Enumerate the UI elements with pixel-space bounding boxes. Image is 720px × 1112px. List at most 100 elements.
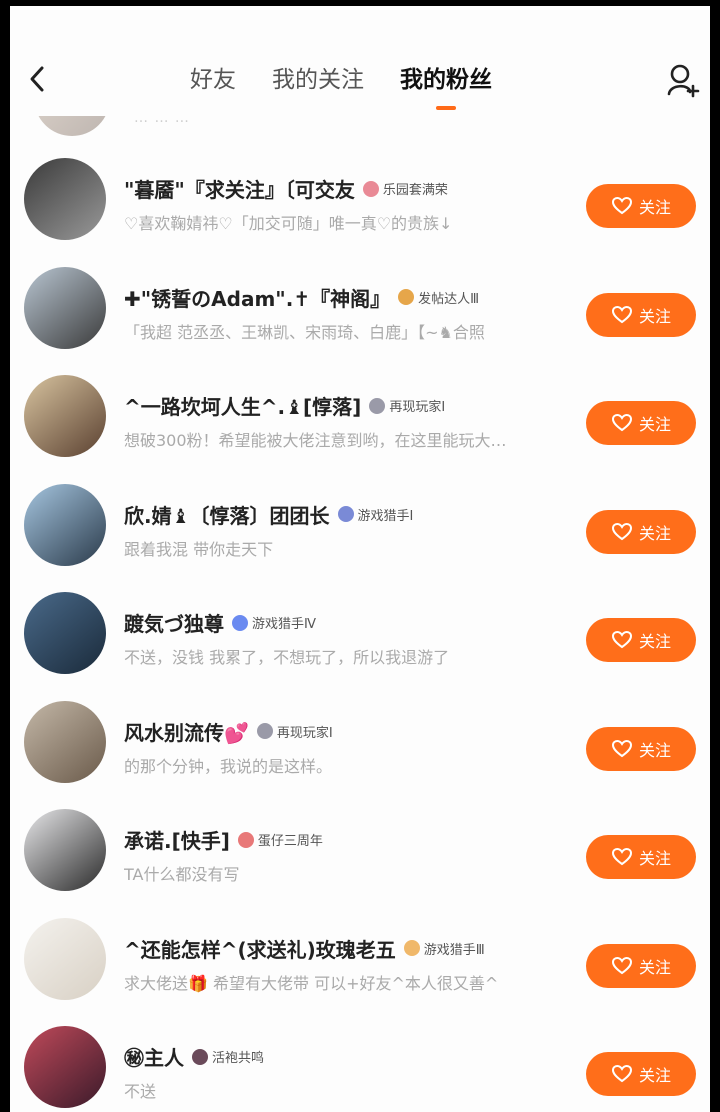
name-line: 承诺.[快手] 蛋仔三周年 [124, 825, 323, 854]
tab-following[interactable]: 我的关注 [272, 60, 364, 104]
fan-signature: TA什么都没有写 [124, 865, 240, 884]
badge-icon [398, 289, 415, 305]
follow-label: 关注 [638, 740, 671, 760]
avatar[interactable] [24, 700, 106, 783]
fan-name: 踱気づ独尊 [124, 612, 224, 636]
level-badge: 再现玩家Ⅰ [256, 722, 333, 741]
fan-list-item[interactable]: 欣.婧♝〔惇落〕团团长 游戏猎手Ⅰ 跟着我混 带你走天下 关注 [10, 464, 710, 573]
back-button[interactable] [24, 62, 54, 102]
badge-icon [192, 1048, 208, 1065]
avatar[interactable] [24, 917, 106, 1000]
level-badge: 游戏猎手Ⅲ [403, 939, 485, 958]
badge-label: 游戏猎手Ⅲ [423, 942, 485, 958]
badge-label: 再现玩家Ⅰ [389, 400, 446, 415]
fans-screen: 好友 我的关注 我的粉丝 … … … "暮靥"『求关注』〔可交友 乐园套满荣 ♡… [10, 6, 710, 1112]
follow-button[interactable]: 关注 [586, 835, 696, 879]
badge-icon [237, 831, 254, 848]
follow-label: 关注 [638, 523, 671, 543]
follow-label: 关注 [638, 306, 671, 326]
fan-signature: ♡喜欢鞠婧祎♡「加交可随」唯一真♡的贵族↓ [124, 214, 453, 233]
follow-button[interactable]: 关注 [586, 509, 696, 554]
badge-icon [232, 614, 248, 631]
badge-icon [403, 940, 420, 956]
tab-friends[interactable]: 好友 [190, 60, 236, 104]
badge-label: 游戏猎手Ⅰ [357, 508, 414, 524]
follow-heart-icon [611, 630, 632, 649]
follow-heart-icon [611, 522, 632, 540]
follow-button[interactable]: 关注 [586, 1052, 696, 1096]
follow-button[interactable]: 关注 [586, 943, 696, 988]
level-badge: 再现玩家Ⅰ [369, 396, 445, 415]
tab-fans[interactable]: 我的粉丝 [400, 60, 492, 110]
avatar[interactable] [24, 809, 106, 891]
follow-button[interactable]: 关注 [586, 618, 696, 662]
avatar[interactable] [24, 375, 106, 457]
level-badge: 游戏猎手Ⅰ [337, 505, 414, 524]
badge-label: 蛋仔三周年 [257, 834, 323, 849]
badge-icon [369, 397, 386, 414]
fan-list-item[interactable]: ㊙主人 活袍共鸣 不送 关注 [10, 1006, 710, 1112]
add-user-icon [667, 64, 700, 98]
fan-list-item[interactable]: 风水别流传💕 再现玩家Ⅰ 的那个分钟，我说的是这样。 关注 [10, 681, 710, 790]
fan-list-item[interactable]: ✚"锈誓のAdam".✝『神阁』 发帖达人Ⅲ 「我超 范丞丞、王琳凯、宋雨琦、白… [10, 247, 710, 356]
follow-label: 关注 [638, 632, 671, 651]
fan-list-item[interactable]: ^还能怎样^(求送礼)玫瑰老五 游戏猎手Ⅲ 求大佬送🎁 希望有大佬带 可以+好友… [10, 898, 710, 1007]
fan-name: 承诺.[快手] [124, 829, 230, 853]
fan-signature: 求大佬送🎁 希望有大佬带 可以+好友^本人很又善^ [124, 973, 499, 993]
fan-name: "暮靥"『求关注』〔可交友 [124, 178, 355, 202]
follow-heart-icon [611, 305, 632, 323]
badge-label: 活袍共鸣 [212, 1051, 265, 1066]
follow-button[interactable]: 关注 [586, 184, 696, 228]
tab-bar: 好友 我的关注 我的粉丝 [190, 60, 492, 110]
top-nav-bar: 好友 我的关注 我的粉丝 [10, 6, 710, 116]
avatar[interactable] [24, 592, 106, 674]
fan-name: ✚"锈誓のAdam".✝『神阁』 [124, 286, 391, 311]
badge-icon [337, 506, 354, 522]
level-badge: 活袍共鸣 [192, 1047, 264, 1066]
follow-button[interactable]: 关注 [586, 401, 696, 445]
fan-signature: 想破300粉！希望能被大佬注意到哟，在这里能玩大… [124, 431, 507, 450]
fan-list-item[interactable]: ^一路坎坷人生^.♝[惇落] 再现玩家Ⅰ 想破300粉！希望能被大佬注意到哟，在… [10, 355, 710, 464]
fan-name: 欣.婧♝〔惇落〕团团长 [124, 503, 330, 528]
follow-label: 关注 [638, 849, 671, 868]
avatar[interactable] [24, 158, 106, 240]
fan-signature: 跟着我混 带你走天下 [124, 539, 274, 559]
badge-label: 游戏猎手Ⅳ [252, 617, 316, 632]
follow-heart-icon [611, 739, 632, 757]
name-line: 欣.婧♝〔惇落〕团团长 游戏猎手Ⅰ [124, 500, 413, 529]
fans-list: "暮靥"『求关注』〔可交友 乐园套满荣 ♡喜欢鞠婧祎♡「加交可随」唯一真♡的贵族… [10, 138, 710, 1112]
name-line: ^还能怎样^(求送礼)玫瑰老五 游戏猎手Ⅲ [124, 934, 485, 963]
avatar[interactable] [24, 266, 106, 349]
follow-button[interactable]: 关注 [586, 292, 696, 337]
badge-label: 乐园套满荣 [382, 183, 448, 198]
add-friend-button[interactable] [666, 62, 702, 102]
fan-list-item[interactable]: 承诺.[快手] 蛋仔三周年 TA什么都没有写 关注 [10, 789, 710, 898]
follow-label: 关注 [638, 1066, 671, 1085]
level-badge: 蛋仔三周年 [237, 830, 323, 849]
follow-heart-icon [611, 956, 632, 974]
badge-label: 发帖达人Ⅲ [418, 291, 480, 307]
fan-list-item[interactable]: "暮靥"『求关注』〔可交友 乐园套满荣 ♡喜欢鞠婧祎♡「加交可随」唯一真♡的贵族… [10, 138, 710, 247]
level-badge: 乐园套满荣 [362, 179, 448, 198]
name-line: 风水别流传💕 再现玩家Ⅰ [124, 717, 333, 746]
fan-name: ㊙主人 [124, 1046, 184, 1070]
badge-icon [256, 723, 273, 739]
follow-label: 关注 [638, 957, 671, 977]
fan-signature: 不送 [124, 1082, 157, 1101]
follow-heart-icon [611, 413, 632, 432]
badge-label: 再现玩家Ⅰ [276, 725, 333, 741]
name-line: ^一路坎坷人生^.♝[惇落] 再现玩家Ⅰ [124, 391, 445, 420]
fan-name: 风水别流传💕 [124, 720, 249, 745]
follow-heart-icon [611, 847, 632, 866]
fan-name: ^一路坎坷人生^.♝[惇落] [124, 395, 362, 419]
tab-label: 我的粉丝 [400, 67, 492, 93]
follow-label: 关注 [638, 198, 671, 217]
avatar[interactable] [24, 1026, 106, 1108]
name-line: ㊙主人 活袍共鸣 [124, 1042, 264, 1071]
avatar[interactable] [24, 483, 106, 566]
fan-list-item[interactable]: 踱気づ独尊 游戏猎手Ⅳ 不送，没钱 我累了，不想玩了，所以我退游了 关注 [10, 572, 710, 681]
tab-label: 我的关注 [272, 67, 364, 93]
follow-button[interactable]: 关注 [586, 726, 696, 771]
tab-label: 好友 [190, 67, 236, 93]
fan-signature: 的那个分钟，我说的是这样。 [124, 756, 333, 776]
